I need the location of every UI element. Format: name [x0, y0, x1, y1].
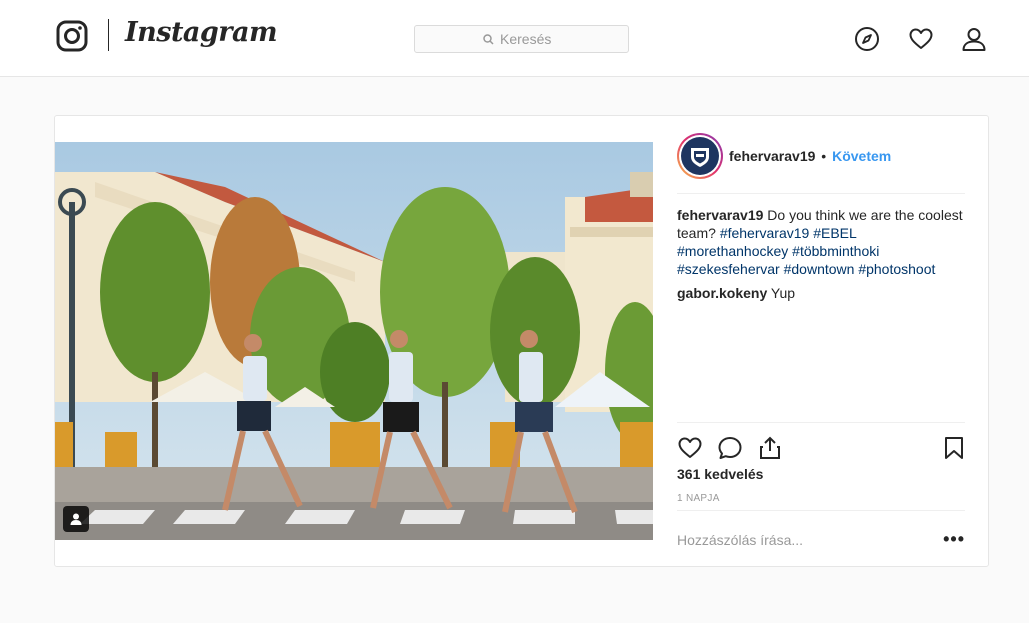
caption-hashtags[interactable]: #fehervarav19 #EBEL #morethanhockey #töb… — [677, 225, 935, 277]
caption-username[interactable]: fehervarav19 — [677, 207, 763, 223]
action-bar — [677, 422, 965, 466]
post-photo[interactable] — [55, 142, 653, 540]
instagram-logo-icon[interactable] — [56, 20, 88, 52]
comment-input[interactable] — [677, 531, 907, 548]
caption: fehervarav19 Do you think we are the coo… — [677, 206, 967, 278]
person-icon[interactable] — [961, 26, 987, 52]
author-username[interactable]: fehervarav19 — [729, 148, 815, 164]
team-crest-icon — [691, 147, 709, 167]
comment-text: Yup — [770, 285, 796, 301]
comment-username[interactable]: gabor.kokeny — [677, 285, 767, 301]
search-icon — [483, 33, 494, 45]
follow-button[interactable]: Követem — [832, 148, 891, 164]
more-options-icon[interactable]: ••• — [943, 529, 965, 550]
search-box[interactable] — [414, 25, 629, 53]
top-nav: Instagram — [0, 0, 1029, 77]
heart-icon[interactable] — [908, 26, 934, 52]
logo-divider — [108, 19, 109, 51]
post-timestamp[interactable]: 1 NAPJA — [677, 493, 720, 504]
comment-bubble-icon[interactable] — [717, 435, 743, 461]
instagram-wordmark[interactable]: Instagram — [125, 17, 278, 48]
user-tag-icon[interactable] — [63, 506, 89, 532]
comments-section: fehervarav19 Do you think we are the coo… — [677, 206, 967, 302]
post-header: fehervarav19 • Követem — [677, 132, 965, 194]
post-card: fehervarav19 • Követem fehervarav19 Do y… — [54, 115, 989, 567]
add-comment-bar: ••• — [677, 510, 965, 568]
post-sidebar: fehervarav19 • Követem fehervarav19 Do y… — [653, 116, 990, 568]
avatar[interactable] — [677, 132, 723, 179]
compass-icon[interactable] — [854, 26, 880, 52]
comment-item: gabor.kokeny Yup — [677, 284, 967, 302]
post-header-text: fehervarav19 • Követem — [729, 148, 891, 164]
share-icon[interactable] — [757, 435, 783, 461]
like-heart-icon[interactable] — [677, 435, 703, 461]
separator-dot: • — [821, 147, 827, 164]
search-input[interactable] — [500, 31, 560, 47]
bookmark-icon[interactable] — [941, 435, 967, 461]
likes-count[interactable]: 361 kedvelés — [677, 466, 763, 482]
